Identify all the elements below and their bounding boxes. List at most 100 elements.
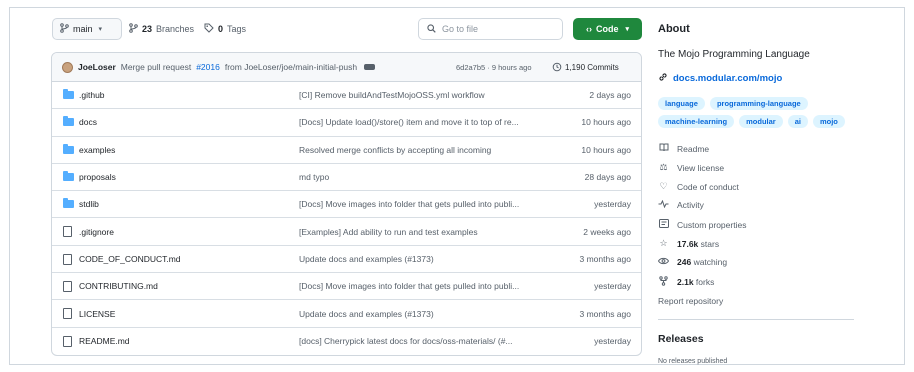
file-commit-message[interactable]: [Docs] Update load()/store() item and mo… bbox=[299, 117, 554, 127]
expand-message-icon[interactable] bbox=[364, 64, 376, 70]
file-name[interactable]: docs bbox=[79, 117, 97, 127]
commit-message-post[interactable]: from JoeLoser/joe/main-initial-push bbox=[225, 62, 357, 72]
branch-select-button[interactable]: main ▾ bbox=[52, 18, 122, 40]
license-link[interactable]: ⚖ View license bbox=[658, 162, 724, 173]
commit-message-pre[interactable]: Merge pull request bbox=[121, 62, 191, 72]
topic-tag[interactable]: modular bbox=[739, 115, 783, 128]
commits-count: 1,190 Commits bbox=[565, 63, 619, 72]
activity-link[interactable]: Activity bbox=[658, 199, 704, 210]
tags-label: Tags bbox=[227, 24, 247, 34]
branch-icon bbox=[129, 23, 138, 35]
search-icon bbox=[427, 23, 436, 35]
report-repository-link[interactable]: Report repository bbox=[658, 296, 723, 306]
file-commit-age: yesterday bbox=[594, 281, 631, 292]
latest-commit-bar: JoeLoser Merge pull request #2016 from J… bbox=[52, 53, 641, 82]
file-commit-message[interactable]: [CI] Remove buildAndTestMojoOSS.yml work… bbox=[299, 90, 554, 100]
tags-link[interactable]: 0 Tags bbox=[204, 18, 246, 40]
folder-icon bbox=[63, 198, 74, 209]
tag-icon bbox=[204, 23, 214, 35]
file-name[interactable]: proposals bbox=[79, 172, 116, 182]
eye-icon bbox=[657, 257, 670, 267]
file-commit-message[interactable]: [Docs] Move images into folder that gets… bbox=[299, 281, 554, 291]
file-row[interactable]: docs [Docs] Update load()/store() item an… bbox=[52, 109, 641, 137]
readme-label: Readme bbox=[677, 143, 710, 154]
file-row[interactable]: LICENSE Update docs and examples (#1373) 3… bbox=[52, 300, 641, 328]
code-button[interactable]: ‹› Code ▾ bbox=[573, 18, 642, 40]
file-icon bbox=[63, 281, 72, 293]
topic-tag[interactable]: programming-language bbox=[709, 97, 808, 110]
commit-sha[interactable]: 6d2a7b5 bbox=[456, 63, 485, 72]
folder-icon bbox=[63, 143, 74, 154]
file-commit-message[interactable]: Resolved merge conflicts by accepting al… bbox=[299, 145, 554, 155]
file-row[interactable]: proposals md typo 28 days ago bbox=[52, 164, 641, 192]
file-browser: JoeLoser Merge pull request #2016 from J… bbox=[51, 52, 642, 356]
file-name[interactable]: README.md bbox=[79, 336, 130, 346]
file-commit-message[interactable]: [Examples] Add ability to run and test e… bbox=[299, 227, 554, 237]
watching-link[interactable]: 246 watching bbox=[657, 257, 728, 267]
book-icon bbox=[658, 143, 669, 154]
website-link[interactable]: docs.modular.com/mojo bbox=[658, 72, 782, 85]
stars-count: 17.6k bbox=[677, 238, 699, 249]
file-name[interactable]: CONTRIBUTING.md bbox=[79, 281, 158, 291]
branches-link[interactable]: 23 Branches bbox=[129, 18, 194, 40]
folder-icon bbox=[63, 170, 74, 181]
file-row[interactable]: README.md [docs] Cherrypick latest docs f… bbox=[52, 328, 641, 355]
branches-label: Branches bbox=[156, 24, 195, 34]
custom-properties-link[interactable]: Custom properties bbox=[658, 219, 746, 230]
topic-tag[interactable]: language bbox=[658, 97, 705, 110]
law-icon: ⚖ bbox=[659, 162, 668, 172]
watching-label: watching bbox=[693, 257, 728, 267]
sidebar-divider bbox=[658, 319, 854, 320]
commit-author[interactable]: JoeLoser bbox=[78, 62, 116, 72]
file-name[interactable]: LICENSE bbox=[79, 309, 115, 319]
topic-list: language programming-language machine-lear… bbox=[658, 97, 858, 128]
file-row[interactable]: examples Resolved merge conflicts by acce… bbox=[52, 137, 641, 164]
file-commit-message[interactable]: [docs] Cherrypick latest docs for docs/o… bbox=[299, 336, 554, 346]
file-row[interactable]: CODE_OF_CONDUCT.md Update docs and exampl… bbox=[52, 246, 641, 274]
about-heading: About bbox=[658, 23, 690, 35]
commit-meta: 6d2a7b5 · 9 hours ago bbox=[456, 53, 532, 82]
stars-label: stars bbox=[700, 238, 720, 249]
file-name[interactable]: .github bbox=[79, 90, 105, 100]
branch-icon bbox=[60, 23, 69, 35]
topic-tag[interactable]: ai bbox=[787, 115, 808, 128]
commit-pr-link[interactable]: #2016 bbox=[196, 62, 220, 72]
file-commit-message[interactable]: md typo bbox=[299, 172, 554, 182]
pulse-icon bbox=[658, 199, 669, 210]
topic-tag[interactable]: machine-learning bbox=[658, 115, 735, 128]
file-icon bbox=[63, 335, 72, 347]
code-of-conduct-label: Code of conduct bbox=[677, 181, 739, 192]
custom-properties-label: Custom properties bbox=[677, 219, 747, 230]
topic-tag[interactable]: mojo bbox=[812, 115, 845, 128]
file-name[interactable]: CODE_OF_CONDUCT.md bbox=[79, 254, 181, 264]
avatar[interactable] bbox=[62, 61, 73, 73]
folder-icon bbox=[63, 89, 74, 99]
file-list: .github [CI] Remove buildAndTestMojoOSS.y… bbox=[52, 82, 641, 355]
file-commit-message[interactable]: [Docs] Move images into folder that gets… bbox=[299, 199, 554, 209]
commits-link[interactable]: 1,190 Commits bbox=[552, 53, 619, 82]
license-label: View license bbox=[677, 162, 725, 173]
file-row[interactable]: stdlib [Docs] Move images into folder tha… bbox=[52, 191, 641, 219]
file-name[interactable]: examples bbox=[79, 145, 115, 155]
file-commit-message[interactable]: Update docs and examples (#1373) bbox=[299, 309, 554, 319]
file-commit-age: 3 months ago bbox=[579, 253, 631, 264]
no-releases-text: No releases published bbox=[658, 358, 728, 365]
go-to-file-input[interactable]: Go to file bbox=[418, 18, 563, 40]
file-row[interactable]: CONTRIBUTING.md [Docs] Move images into f… bbox=[52, 273, 641, 301]
file-commit-message[interactable]: Update docs and examples (#1373) bbox=[299, 254, 554, 264]
watching-count: 246 bbox=[677, 257, 692, 267]
file-commit-age: yesterday bbox=[594, 199, 631, 210]
readme-link[interactable]: Readme bbox=[658, 143, 709, 154]
code-of-conduct-link[interactable]: ♡ Code of conduct bbox=[658, 181, 739, 192]
releases-heading[interactable]: Releases bbox=[658, 333, 704, 345]
forks-link[interactable]: 2.1k forks bbox=[658, 276, 714, 288]
activity-label: Activity bbox=[677, 200, 704, 210]
separator-dot: · bbox=[485, 63, 492, 72]
tags-count: 0 bbox=[218, 24, 224, 34]
file-row[interactable]: .github [CI] Remove buildAndTestMojoOSS.y… bbox=[52, 82, 641, 110]
file-row[interactable]: .gitignore [Examples] Add ability to run … bbox=[52, 218, 641, 246]
file-name[interactable]: .gitignore bbox=[79, 227, 114, 237]
file-name[interactable]: stdlib bbox=[79, 199, 99, 209]
code-label: Code bbox=[595, 24, 619, 34]
stars-link[interactable]: ☆ 17.6k stars bbox=[658, 238, 719, 249]
